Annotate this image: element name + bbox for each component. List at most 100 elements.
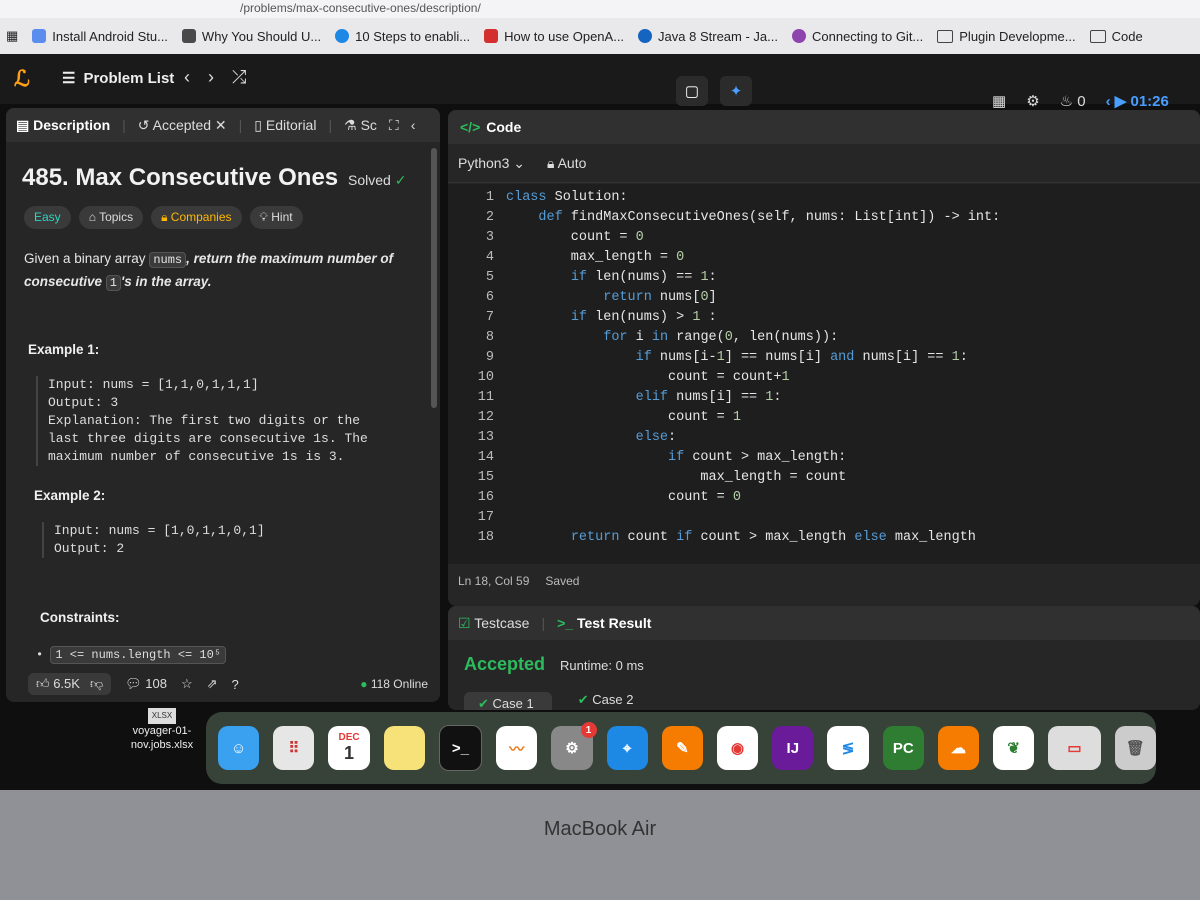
constraints-heading: Constraints: <box>40 610 120 625</box>
bookmark-item[interactable]: Java 8 Stream - Ja... <box>638 29 778 44</box>
comments-button[interactable]: 💬︎ 108 <box>125 676 167 692</box>
collapse-icon[interactable]: ‹ <box>411 117 416 133</box>
bookmark-item[interactable]: Why You Should U... <box>181 29 321 44</box>
auto-toggle[interactable]: 🔒︎ Auto <box>547 155 586 172</box>
bookmark-item[interactable]: How to use OpenA... <box>484 29 624 44</box>
hint-button[interactable]: 💡︎ Hint <box>249 206 303 229</box>
tab-description[interactable]: ▤ Description <box>16 117 110 134</box>
vscode-icon[interactable]: ≶ <box>827 726 869 770</box>
check-icon: ✔ <box>577 692 589 707</box>
postman-icon[interactable]: ✎ <box>661 726 703 770</box>
macos-dock: ☺ ⠿ DEC 1 >_ 〰 ⚙ 1 ⌖ ✎ ◉ IJ ≶ PC ☁ ❦ ▭ 🗑︎ <box>206 712 1156 784</box>
desktop-file[interactable]: XLSX voyager-01-nov.jobs.xlsx <box>122 708 202 752</box>
next-problem-icon[interactable]: › <box>208 67 214 88</box>
case-1-tab[interactable]: ✔ Case 1 <box>464 692 552 710</box>
solved-status: Solved ✓ <box>348 172 407 188</box>
terminal-app-icon[interactable]: >_ <box>438 725 483 771</box>
settings-gear-icon[interactable]: ⚙ <box>1026 92 1039 110</box>
star-icon[interactable]: ☆ <box>181 676 193 692</box>
problem-navigation: ‹ › ⤮ <box>184 67 246 88</box>
list-icon: ☰ <box>62 70 76 87</box>
code-line: for i in range(0, len(nums)): <box>603 330 839 345</box>
problem-list-button[interactable]: ☰ Problem List <box>62 69 174 88</box>
code-line: count = 1 <box>506 410 741 425</box>
companies-button[interactable]: 🔒︎ Companies <box>151 206 242 229</box>
tab-editorial[interactable]: ▯ Editorial <box>254 117 316 134</box>
share-icon[interactable]: ⇗ <box>207 676 218 692</box>
streak-counter[interactable]: ♨ 0 <box>1060 92 1086 110</box>
code-editor[interactable]: 1 class Solution: 2 def findMaxConsecutive… <box>448 184 1200 564</box>
dislike-icon[interactable]: 👎︎ <box>90 676 103 692</box>
bookmark-folder[interactable]: Code <box>1089 29 1143 44</box>
url-bar[interactable]: /problems/max-consecutive-ones/descripti… <box>0 0 1200 18</box>
system-settings-icon[interactable]: ⚙ 1 <box>551 722 597 770</box>
code-line: if nums[i-1] == nums[i] and nums[i] == 1… <box>635 350 968 365</box>
notes-app-icon[interactable] <box>383 726 425 770</box>
safari-icon[interactable]: ⌖ <box>606 726 648 770</box>
tab-separator: | <box>238 117 243 133</box>
language-select[interactable]: Python3 ⌄ <box>458 155 525 172</box>
folder-icon <box>1089 29 1106 43</box>
chrome-icon[interactable]: ◉ <box>716 726 759 770</box>
notes-icon[interactable]: ▢ <box>676 76 708 106</box>
trash-icon[interactable]: 🗑︎ <box>1114 726 1156 770</box>
line-number: 8 <box>485 330 494 345</box>
line-number: 10 <box>477 370 494 385</box>
runtime-label: Runtime: 0 ms <box>560 658 644 673</box>
vpn-icon[interactable]: ☁ <box>937 726 980 770</box>
launchpad-icon[interactable]: ⠿ <box>273 726 315 770</box>
timer[interactable]: ‹ ▶ 01:26 <box>1106 92 1169 110</box>
case-2-tab[interactable]: ✔ Case 2 <box>578 692 634 710</box>
bookmark-item[interactable]: Connecting to Git... <box>791 29 923 44</box>
leetcode-logo-icon[interactable]: ℒ <box>14 66 30 92</box>
android-studio-icon <box>32 29 47 43</box>
code-line: if len(nums) == 1: <box>570 270 717 285</box>
mongodb-icon[interactable]: ❦ <box>993 726 1035 770</box>
topics-button[interactable]: ⌂ Topics <box>78 206 144 229</box>
tab-solutions[interactable]: ⚗ Sc <box>344 117 377 134</box>
description-panel: ▤ Description | ↺ Accepted ✕ | ▯ Editori… <box>6 108 440 702</box>
example1-heading: Example 1: <box>28 342 100 357</box>
help-icon[interactable]: ? <box>232 677 239 692</box>
terminal-icon: >_ <box>557 615 574 631</box>
example1-body: Input: nums = [1,1,0,1,1,1] Output: 3 Ex… <box>36 376 408 466</box>
checkbox-icon: ☑ <box>458 614 471 631</box>
tab-testcase[interactable]: ☑ Testcase <box>458 615 529 632</box>
like-button[interactable]: 👍︎ 6.5K <box>36 676 80 692</box>
apps-grid-icon[interactable]: ▦ <box>6 28 18 44</box>
tab-accepted[interactable]: ↺ Accepted ✕ <box>138 117 227 134</box>
shuffle-icon[interactable]: ⤮ <box>232 67 246 88</box>
article-icon <box>181 29 196 43</box>
finder-icon[interactable]: ☺ <box>218 726 260 770</box>
code-line: count = 0 <box>506 490 741 505</box>
downloads-stack-icon[interactable]: ▭ <box>1048 726 1101 770</box>
prev-problem-icon[interactable]: ‹ <box>184 67 190 88</box>
code-line: def findMaxConsecutiveOnes(self, nums: L… <box>538 210 1001 225</box>
pycharm-icon[interactable]: PC <box>882 726 924 770</box>
line-number: 16 <box>477 490 494 505</box>
language-bar: Python3 ⌄ 🔒︎ Auto <box>448 144 1200 183</box>
bookmark-item[interactable]: Install Android Stu... <box>32 29 168 44</box>
description-scrollbar[interactable] <box>431 148 437 408</box>
code-line: if len(nums) > 1 : <box>570 310 717 325</box>
freeform-icon[interactable]: 〰 <box>496 726 538 770</box>
calendar-icon[interactable]: DEC 1 <box>328 726 370 770</box>
code-line: max_length = 0 <box>506 250 685 265</box>
bookmark-item[interactable]: 10 Steps to enabli... <box>335 29 470 44</box>
check-icon: ✔ <box>478 696 489 710</box>
check-circle-icon: ✓ <box>394 172 407 188</box>
notification-badge: 1 <box>580 722 597 738</box>
ai-sparkle-icon[interactable]: ✦ <box>720 76 752 106</box>
line-number: 11 <box>477 390 494 405</box>
intellij-icon[interactable]: IJ <box>772 726 814 770</box>
tab-test-result[interactable]: >_ Test Result <box>557 615 651 631</box>
layout-grid-icon[interactable]: ▦ <box>992 92 1006 110</box>
expand-icon[interactable]: ⛶ <box>389 117 399 134</box>
laptop-brand-label: MacBook Air <box>543 818 657 840</box>
bookmarks-bar: ▦ Install Android Stu... Why You Should … <box>0 18 1200 54</box>
cursor-position: Ln 18, Col 59 <box>458 574 530 588</box>
line-number: 2 <box>485 210 494 225</box>
java-icon <box>638 29 653 43</box>
case-tabs: ✔ Case 1 ✔ Case 2 <box>464 692 633 710</box>
bookmark-folder[interactable]: Plugin Developme... <box>937 29 1076 44</box>
